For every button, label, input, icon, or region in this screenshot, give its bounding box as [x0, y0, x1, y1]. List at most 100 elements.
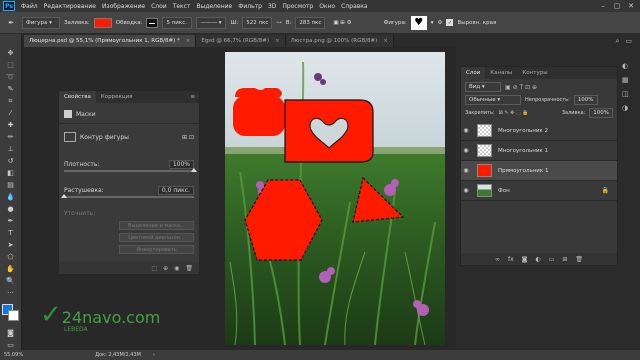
visibility-eye-icon[interactable]: ◉ — [461, 187, 471, 194]
pen-tool-icon[interactable]: ✒ — [4, 18, 18, 28]
text-tool-icon[interactable]: T — [4, 228, 18, 238]
menu-item[interactable]: Редактирование — [41, 3, 99, 10]
dodge-tool-icon[interactable]: ● — [4, 204, 18, 214]
brush-tool-icon[interactable]: ✏ — [4, 132, 18, 142]
density-slider-knob[interactable] — [191, 168, 197, 172]
tab-properties[interactable]: Свойства — [59, 91, 96, 103]
layers-tab[interactable]: Слои — [461, 67, 486, 79]
background-color[interactable] — [7, 310, 19, 321]
fx-icon[interactable]: fx — [508, 256, 514, 263]
feather-field[interactable]: 0,0 пикс. — [157, 185, 194, 195]
stamp-tool-icon[interactable]: ⊥ — [4, 144, 18, 154]
menu-item[interactable]: Слои — [148, 3, 170, 10]
color-range-button[interactable]: Цветовой диапазон... — [119, 233, 194, 242]
screen-mode-icon[interactable]: ▭ — [4, 340, 18, 350]
quick-mask-icon[interactable]: ◙ — [4, 328, 18, 338]
libraries-panel-icon[interactable]: ◫ — [622, 90, 636, 98]
layer-row[interactable]: ◉ Прямоугольник 1 — [461, 161, 617, 181]
maximize-icon[interactable]: ▢ — [610, 0, 624, 12]
link-icon[interactable]: ⊶ — [276, 20, 282, 26]
document-canvas[interactable] — [225, 52, 445, 345]
layers-tab[interactable]: Каналы — [485, 67, 517, 79]
zoom-level[interactable]: 55,09% — [4, 352, 23, 358]
apply-mask-icon[interactable]: ⊕ — [163, 265, 168, 272]
document-tab[interactable]: Люцерна.psd @ 55,1% (Прямоугольник 1, RG… — [24, 35, 197, 47]
visibility-eye-icon[interactable]: ◉ — [461, 127, 471, 134]
fill-field[interactable]: 100% — [589, 108, 613, 118]
eyedropper-tool-icon[interactable]: ⁄ — [4, 108, 18, 118]
path-ops-icon[interactable]: ▣ ⊞ ⚙ — [333, 20, 351, 26]
minimize-icon[interactable]: – — [596, 0, 610, 12]
color-panel-icon[interactable]: ◐ — [622, 62, 636, 70]
stroke-width-field[interactable]: 5 пикс. — [162, 16, 193, 29]
color-swatches[interactable] — [1, 304, 20, 322]
menu-item[interactable]: Изображение — [99, 3, 148, 10]
trash-icon[interactable]: 🗑 — [575, 256, 583, 263]
menu-item[interactable]: 3D — [265, 3, 279, 10]
layers-tab[interactable]: Контуры — [517, 67, 552, 79]
density-slider[interactable] — [64, 168, 197, 172]
eraser-tool-icon[interactable]: ◧ — [4, 168, 18, 178]
swatches-panel-icon[interactable]: ▦ — [622, 76, 636, 84]
workspace-icon[interactable]: ▭ — [625, 37, 632, 45]
link-layers-icon[interactable]: ∞ — [495, 256, 500, 263]
gear-icon[interactable]: ⚙ — [438, 20, 443, 26]
mode-select[interactable]: Фигура ▾ — [22, 16, 60, 29]
search-icon[interactable]: ⌕ — [615, 37, 619, 46]
doc-size[interactable]: Док: 2,43M/2,43M — [95, 352, 141, 358]
selection-icon[interactable]: ⬚ — [151, 265, 157, 272]
stroke-swatch[interactable] — [146, 17, 159, 28]
mask-options-icon[interactable]: ⊞ ⊡ — [182, 134, 194, 141]
close-tab-icon[interactable]: × — [383, 38, 388, 44]
gradient-tool-icon[interactable]: ▤ — [4, 180, 18, 190]
blend-mode-select[interactable]: Обычные ▾ — [465, 95, 521, 105]
add-mask-icon[interactable]: ◙ — [522, 256, 528, 263]
close-icon[interactable]: ✕ — [624, 0, 638, 12]
filter-icons[interactable]: ▣ ⊘ T ⊡ ⊕ — [505, 84, 537, 91]
close-tab-icon[interactable]: × — [186, 38, 191, 44]
close-tab-icon[interactable]: × — [275, 38, 280, 44]
shape-dropdown-icon[interactable]: ▾ — [431, 20, 434, 26]
blur-tool-icon[interactable]: 💧 — [4, 192, 18, 202]
layer-row[interactable]: ◉ Многоугольник 1 — [461, 141, 617, 161]
status-arrow-icon[interactable]: › — [153, 352, 155, 358]
hand-tool-icon[interactable]: ✋ — [4, 264, 18, 274]
lock-icon[interactable]: 🔒 — [602, 187, 609, 194]
feather-slider[interactable] — [61, 194, 194, 198]
quick-select-tool-icon[interactable]: ✎ — [4, 84, 18, 94]
lock-icons[interactable]: ⊠ ✎ ✥ ⬚ 🔒 — [499, 110, 529, 116]
path-select-tool-icon[interactable]: ➤ — [4, 240, 18, 250]
pen-tool-icon[interactable]: ✒ — [4, 216, 18, 226]
delete-icon[interactable]: 🗑 — [185, 265, 193, 272]
opacity-field[interactable]: 100% — [573, 95, 598, 105]
document-tab[interactable]: Egsd @ 66,7% (RGB/8#) × — [196, 35, 286, 47]
stroke-style-select[interactable]: ——— ▾ — [196, 16, 227, 29]
menu-item[interactable]: Фильтр — [235, 3, 265, 10]
feather-slider-knob[interactable] — [61, 194, 67, 198]
layer-row[interactable]: ◉ Фон 🔒 — [461, 181, 617, 201]
width-field[interactable]: 522 пкс — [242, 16, 273, 29]
height-field[interactable]: 283 пкс — [295, 16, 326, 29]
menu-item[interactable]: Текст — [170, 3, 194, 10]
healing-tool-icon[interactable]: ✚ — [4, 120, 18, 130]
group-icon[interactable]: ▭ — [549, 256, 555, 263]
tab-adjustments[interactable]: Коррекция — [96, 91, 138, 103]
align-edges-checkbox[interactable]: ✓ — [446, 19, 454, 26]
crop-tool-icon[interactable]: ⌗ — [4, 96, 18, 106]
visibility-eye-icon[interactable]: ◉ — [461, 147, 471, 154]
document-tab[interactable]: Люстрa.png @ 100% (RGB/8#) × — [285, 35, 394, 47]
visibility-eye-icon[interactable]: ◉ — [461, 167, 471, 174]
zoom-tool-icon[interactable]: 🔍 — [4, 276, 18, 286]
move-tool-icon[interactable]: ✥ — [4, 48, 18, 58]
heart-shape-icon[interactable]: ♥ — [410, 15, 427, 30]
layer-row[interactable]: ◉ Многоугольник 2 — [461, 121, 617, 141]
adjustment-layer-icon[interactable]: ◐ — [535, 256, 540, 263]
menu-item[interactable]: Выделение — [193, 3, 235, 10]
menu-item[interactable]: Окно — [316, 3, 338, 10]
adjustments-panel-icon[interactable]: ◑ — [622, 104, 636, 112]
invert-button[interactable]: Инвертировать — [119, 245, 194, 254]
history-brush-tool-icon[interactable]: ↺ — [4, 156, 18, 166]
menu-item[interactable]: Справка — [338, 3, 370, 10]
layer-kind-select[interactable]: Вид ▾ — [465, 82, 501, 92]
menu-item[interactable]: Просмотр — [279, 3, 316, 10]
